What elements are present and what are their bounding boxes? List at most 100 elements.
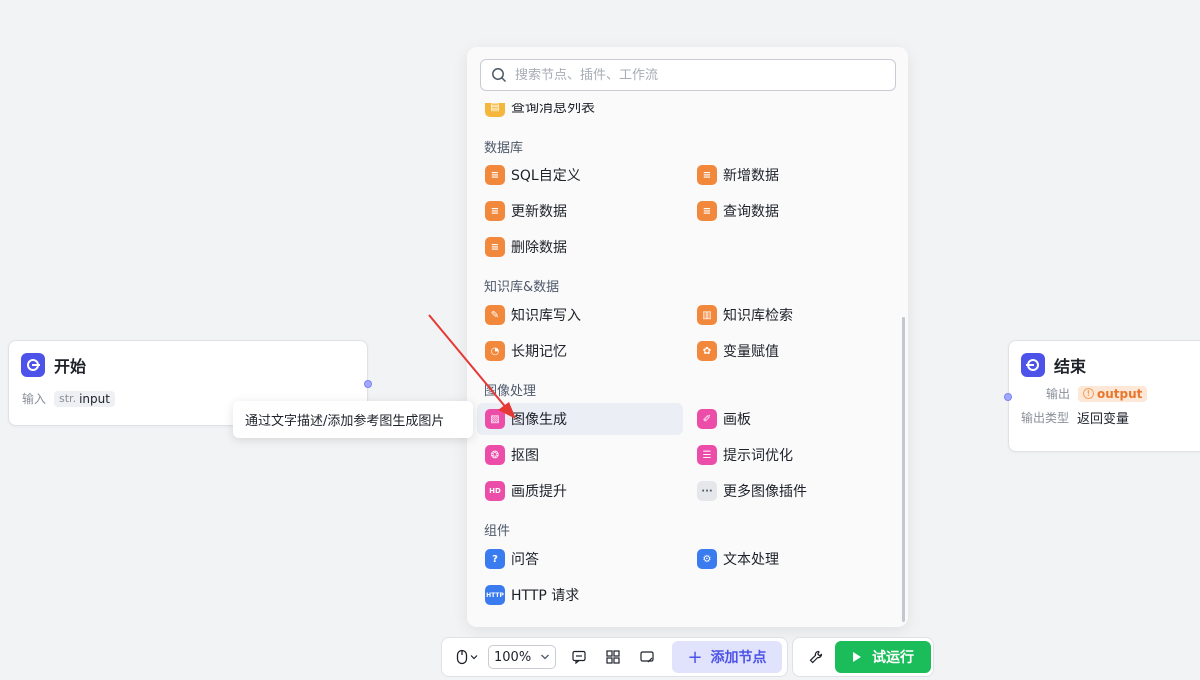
item-label: 提示词优化 [723,448,793,464]
layout-button[interactable] [596,642,630,672]
node-item-var-assign[interactable]: ✿ 变量赋值 [679,335,895,367]
node-item-long-memory[interactable]: ◔ 长期记忆 [467,335,683,367]
test-run-button[interactable]: 试运行 [835,641,931,673]
item-label: 删除数据 [511,240,567,256]
comment-button[interactable] [562,642,596,672]
node-item-delete-data[interactable]: ≡ 删除数据 [467,231,683,263]
item-label: 问答 [511,552,539,568]
knowledge-search-icon: ▥ [697,305,717,325]
search-area [467,47,908,103]
minimap-icon [640,651,654,663]
warning-icon: ! [1083,388,1094,399]
zoom-select[interactable]: 100% [488,645,556,669]
node-item-qa[interactable]: ? 问答 [467,543,683,575]
http-icon: HTTP [485,585,505,605]
question-icon: ? [485,549,505,569]
text-process-icon: ⚙ [697,549,717,569]
more-icon: ··· [697,481,717,501]
knowledge-write-icon: ✎ [485,305,505,325]
mouse-mode-button[interactable] [450,642,484,672]
start-icon [21,353,45,377]
add-node-button[interactable]: + 添加节点 [672,641,782,673]
tooltip-text: 通过文字描述/添加参考图生成图片 [245,414,445,429]
item-label: 文本处理 [723,552,779,568]
input-param-tag: str. input [54,390,115,407]
add-node-panel: ▤ 查询消息列表 数据库 ≡ SQL自定义 ≡ 新增数据 ≡ 更新数据 ≡ 查询… [467,47,908,627]
node-item-http-request[interactable]: HTTP HTTP 请求 [467,579,683,611]
panel-scrollbar[interactable] [902,317,905,622]
grid-icon [606,650,620,664]
output-label: 输出 [1045,387,1070,401]
item-label: 长期记忆 [511,344,567,360]
search-icon [492,68,507,83]
node-item-prompt-opt[interactable]: ☰ 提示词优化 [679,439,895,471]
output-type-value: 返回变量 [1077,412,1130,427]
run-toolbar: 试运行 [792,637,934,677]
database-query-icon: ≡ [697,201,717,221]
hd-icon: HD [485,481,505,501]
chevron-down-icon [541,654,549,660]
node-item-kb-search[interactable]: ▥ 知识库检索 [679,299,895,331]
debug-tools-button[interactable] [801,642,831,672]
item-label: 抠图 [511,448,539,464]
prompt-icon: ☰ [697,445,717,465]
minimap-button[interactable] [630,642,664,672]
add-node-label: 添加节点 [710,650,767,666]
item-label: 更多图像插件 [723,484,807,500]
node-item-query-data[interactable]: ≡ 查询数据 [679,195,895,227]
end-icon [1021,353,1045,377]
item-label: 新增数据 [723,168,779,184]
item-label: 知识库写入 [511,308,581,324]
search-box[interactable] [480,59,896,91]
item-label: 画板 [723,412,751,428]
wrench-icon [809,650,823,664]
section-database: 数据库 [484,141,524,156]
run-label: 试运行 [872,650,914,666]
database-update-icon: ≡ [485,201,505,221]
section-knowledge: 知识库&数据 [484,280,560,295]
canvas-icon: ✐ [697,409,717,429]
param-type: str. [59,392,77,405]
search-input[interactable] [515,67,875,83]
output-tag: ! output [1078,385,1148,402]
memory-icon: ◔ [485,341,505,361]
item-label: SQL自定义 [511,168,581,184]
output-name: output [1097,386,1143,401]
node-item-update-data[interactable]: ≡ 更新数据 [467,195,683,227]
end-input-port[interactable] [1004,393,1012,401]
node-item-canvas[interactable]: ✐ 画板 [679,403,895,435]
node-item-add-data[interactable]: ≡ 新增数据 [679,159,895,191]
node-item-quality-up[interactable]: HD 画质提升 [467,475,683,507]
item-label: HTTP 请求 [511,588,580,604]
canvas-toolbar: 100% + 添加节点 [441,637,788,677]
comment-icon [572,650,586,664]
node-item-kb-write[interactable]: ✎ 知识库写入 [467,299,683,331]
node-item-cutout[interactable]: ❂ 抠图 [467,439,683,471]
node-item-image-gen[interactable]: ▨ 图像生成 [477,403,683,435]
cutout-icon: ❂ [485,445,505,465]
start-output-port[interactable] [364,380,372,388]
node-item-text-process[interactable]: ⚙ 文本处理 [679,543,895,575]
item-label: 图像生成 [511,412,567,428]
param-name: input [79,391,110,406]
output-type-label: 输出类型 [1021,411,1070,425]
item-label: 画质提升 [511,484,567,500]
mouse-icon [456,649,468,665]
database-add-icon: ≡ [697,165,717,185]
image-gen-icon: ▨ [485,409,505,429]
database-icon: ≡ [485,165,505,185]
input-label: 输入 [22,392,47,406]
variable-icon: ✿ [697,341,717,361]
play-icon [853,652,861,662]
start-node-title: 开始 [54,357,87,376]
node-item-more-image-plugins[interactable]: ··· 更多图像插件 [679,475,895,507]
plus-icon: + [687,646,703,668]
section-image: 图像处理 [484,384,537,399]
node-item-sql-custom[interactable]: ≡ SQL自定义 [467,159,683,191]
item-label: 变量赋值 [723,344,779,360]
chevron-down-icon [470,655,478,660]
item-label: 知识库检索 [723,308,793,324]
end-node[interactable]: 结束 输出 ! output 输出类型 返回变量 [1004,340,1200,452]
image-gen-tooltip: 通过文字描述/添加参考图生成图片 [233,401,473,438]
end-node-title: 结束 [1054,357,1087,376]
